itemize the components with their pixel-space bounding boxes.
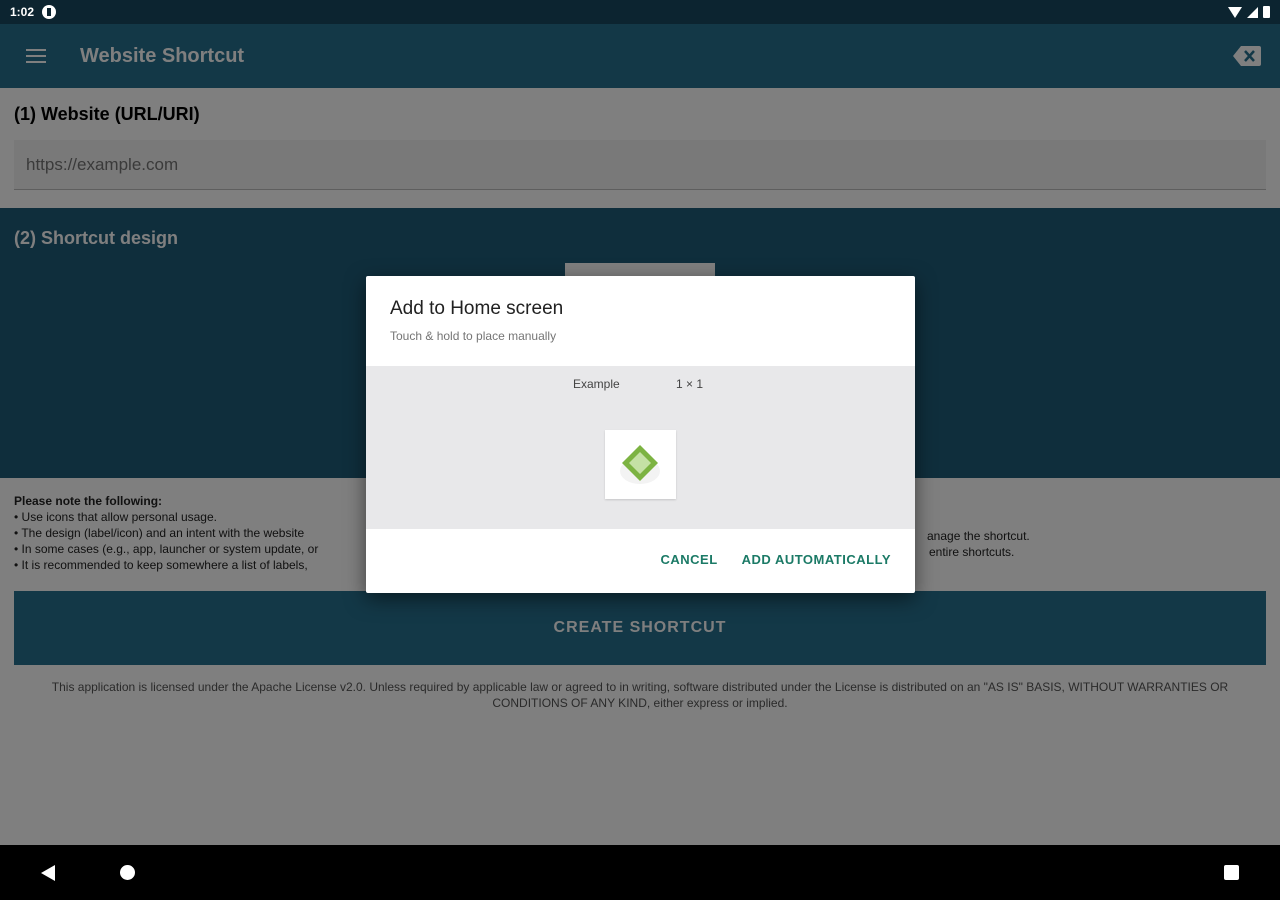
add-to-home-dialog: Add to Home screen Touch & hold to place… bbox=[366, 276, 915, 593]
dialog-actions: CANCEL ADD AUTOMATICALLY bbox=[660, 552, 891, 567]
navigation-bar bbox=[0, 845, 1280, 900]
add-automatically-button[interactable]: ADD AUTOMATICALLY bbox=[742, 552, 891, 567]
back-icon[interactable] bbox=[41, 865, 55, 881]
diamond-icon bbox=[620, 445, 660, 484]
wifi-icon bbox=[1228, 6, 1242, 18]
shortcut-preview-icon[interactable] bbox=[605, 430, 676, 499]
cancel-button[interactable]: CANCEL bbox=[660, 552, 717, 567]
shortcut-preview-area: Example 1 × 1 bbox=[366, 366, 915, 529]
home-icon[interactable] bbox=[120, 865, 135, 880]
status-time: 1:02 bbox=[10, 5, 35, 19]
status-indicators bbox=[1228, 6, 1270, 18]
shortcut-preview-name: Example bbox=[573, 377, 620, 391]
dialog-title: Add to Home screen bbox=[390, 298, 564, 319]
dialog-subtitle: Touch & hold to place manually bbox=[390, 329, 557, 343]
status-bar: 1:02 bbox=[0, 0, 1280, 24]
shortcut-preview-size: 1 × 1 bbox=[676, 377, 704, 391]
notification-app-icon bbox=[42, 5, 57, 19]
signal-icon bbox=[1247, 6, 1258, 18]
recents-icon[interactable] bbox=[1224, 865, 1239, 880]
battery-icon bbox=[1263, 6, 1270, 18]
